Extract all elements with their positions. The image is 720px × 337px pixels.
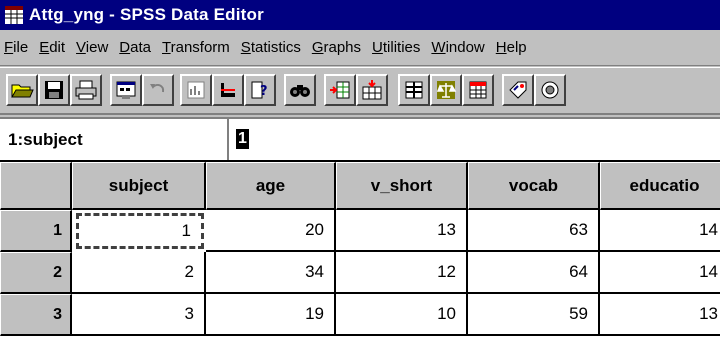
insert-case-button[interactable] <box>324 74 356 106</box>
column-header-age[interactable]: age <box>206 162 336 210</box>
print-icon <box>75 80 97 100</box>
menu-help-mnemonic: H <box>495 39 507 56</box>
data-cell[interactable]: 2 <box>72 252 206 294</box>
save-icon <box>45 81 63 99</box>
data-cell[interactable]: 13 <box>600 294 720 336</box>
select-cases-icon <box>469 81 487 99</box>
column-header-v-short[interactable]: v_short <box>336 162 468 210</box>
row-header[interactable]: 1 <box>0 210 72 252</box>
variables-button[interactable]: ? <box>244 74 276 106</box>
undo-icon <box>150 83 165 93</box>
row-header[interactable]: 2 <box>0 252 72 294</box>
corner-header[interactable] <box>0 162 72 210</box>
menu-window-label: indow <box>445 39 485 56</box>
data-cell[interactable]: 3 <box>72 294 206 336</box>
menu-edit[interactable]: Edit <box>39 39 65 56</box>
column-header-subject[interactable]: subject <box>72 162 206 210</box>
weight-cases-button[interactable] <box>430 74 462 106</box>
menu-help-label: elp <box>506 39 527 56</box>
menu-transform-mnemonic: T <box>162 39 171 56</box>
title-bar[interactable]: Attg_yng - SPSS Data Editor <box>0 0 720 30</box>
menu-graphs-label: raphs <box>323 39 362 56</box>
menu-view-label: iew <box>85 39 109 56</box>
column-header-vocab[interactable]: vocab <box>468 162 600 210</box>
menu-file-label: ile <box>13 39 29 56</box>
menu-window[interactable]: Window <box>431 39 484 56</box>
menu-graphs-mnemonic: G <box>311 39 324 56</box>
menu-utilities-label: tilities <box>382 39 421 56</box>
menu-statistics-mnemonic: S <box>240 39 251 56</box>
menu-utilities-mnemonic: U <box>372 39 383 56</box>
data-cell[interactable]: 14 <box>600 252 720 294</box>
select-cases-button[interactable] <box>462 74 494 106</box>
data-cell[interactable]: 13 <box>336 210 468 252</box>
data-cell[interactable]: 59 <box>468 294 600 336</box>
insert-variable-icon <box>362 80 382 100</box>
split-file-button[interactable] <box>398 74 430 106</box>
goto-case-button[interactable] <box>212 74 244 106</box>
data-cell[interactable]: 20 <box>206 210 336 252</box>
value-labels-icon <box>509 81 527 99</box>
print-button[interactable] <box>70 74 102 106</box>
menu-statistics-label: tatistics <box>250 39 301 56</box>
svg-text:?: ? <box>260 84 268 99</box>
data-grid: subject age v_short vocab educatio 1 1 2… <box>0 162 720 337</box>
menu-utilities[interactable]: Utilities <box>372 39 420 56</box>
use-sets-button[interactable] <box>534 74 566 106</box>
spss-app-icon[interactable] <box>4 5 24 25</box>
row-header[interactable]: 3 <box>0 294 72 336</box>
data-cell[interactable]: 34 <box>206 252 336 294</box>
data-cell[interactable]: 14 <box>600 210 720 252</box>
menu-file[interactable]: File <box>4 39 28 56</box>
menu-transform-label: ransform <box>170 39 230 56</box>
value-labels-button[interactable] <box>502 74 534 106</box>
menu-view-mnemonic: V <box>76 39 86 56</box>
menu-window-mnemonic: W <box>431 39 446 56</box>
menu-transform[interactable]: Transform <box>162 39 230 56</box>
data-cell[interactable]: 19 <box>206 294 336 336</box>
weight-cases-icon <box>436 81 457 99</box>
menu-data-mnemonic: D <box>119 39 131 56</box>
toolbar: ? <box>0 67 720 115</box>
menu-graphs[interactable]: Graphs <box>312 39 361 56</box>
menu-file-mnemonic: F <box>4 39 14 56</box>
goto-chart-icon <box>187 81 205 99</box>
data-cell[interactable]: 12 <box>336 252 468 294</box>
variables-icon: ? <box>251 81 268 99</box>
menu-bar: File Edit View Data Transform Statistics… <box>0 30 720 66</box>
menu-data[interactable]: Data <box>119 39 151 56</box>
dialog-recall-button[interactable] <box>110 74 142 106</box>
column-header-educatio[interactable]: educatio <box>600 162 720 210</box>
cell-value-input[interactable]: 1 <box>236 129 249 149</box>
goto-case-icon <box>221 83 235 97</box>
goto-chart-button[interactable] <box>180 74 212 106</box>
find-icon <box>290 85 310 97</box>
open-button[interactable] <box>6 74 38 106</box>
find-button[interactable] <box>284 74 316 106</box>
menu-edit-label: dit <box>49 39 66 56</box>
cell-editor-bar: 1:subject 1 <box>0 117 720 162</box>
split-file-icon <box>405 81 423 99</box>
dialog-recall-icon <box>116 81 136 99</box>
menu-statistics[interactable]: Statistics <box>241 39 301 56</box>
use-sets-icon <box>541 81 559 99</box>
menu-help[interactable]: Help <box>496 39 527 56</box>
data-cell[interactable]: 64 <box>468 252 600 294</box>
window-title: Attg_yng - SPSS Data Editor <box>29 5 264 24</box>
menu-data-label: ata <box>130 39 151 56</box>
menu-view[interactable]: View <box>76 39 108 56</box>
open-icon <box>11 84 34 98</box>
insert-variable-button[interactable] <box>356 74 388 106</box>
menu-edit-mnemonic: E <box>39 39 50 56</box>
save-button[interactable] <box>38 74 70 106</box>
data-cell[interactable]: 63 <box>468 210 600 252</box>
data-cell[interactable]: 10 <box>336 294 468 336</box>
data-cell[interactable]: 1 <box>76 213 204 249</box>
undo-button[interactable] <box>142 74 174 106</box>
insert-case-icon <box>330 81 350 99</box>
cell-reference: 1:subject <box>0 119 229 160</box>
